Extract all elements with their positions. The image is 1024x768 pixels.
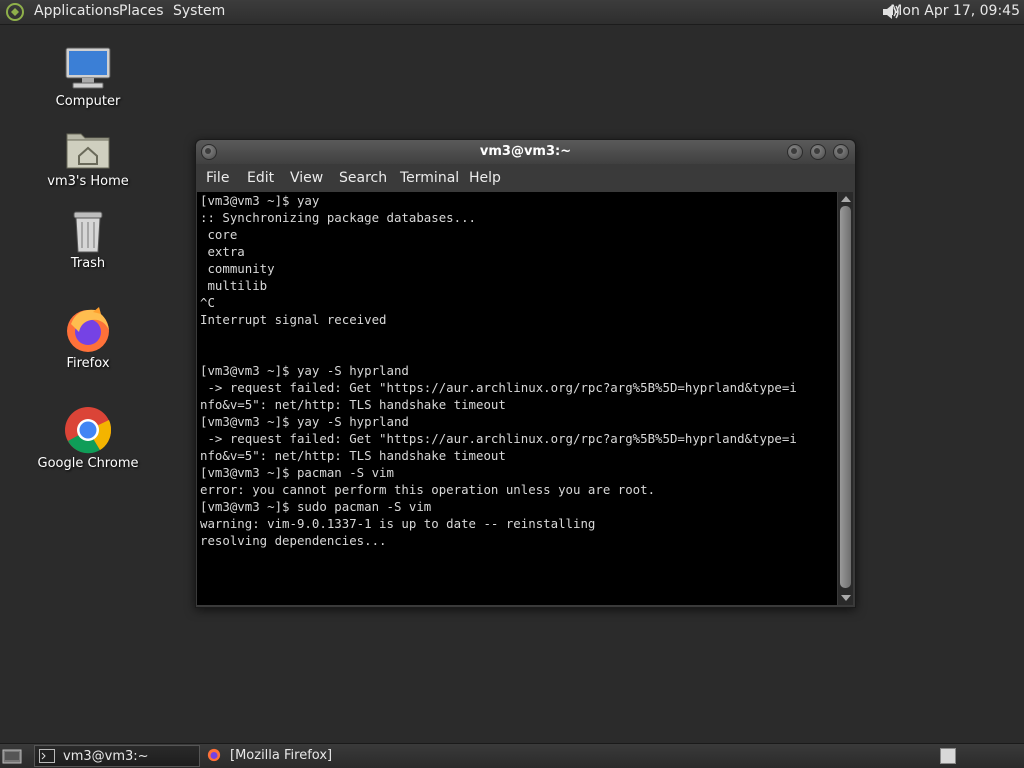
desktop-icon-label: Firefox xyxy=(66,356,110,371)
menu-file[interactable]: File xyxy=(206,170,229,186)
window-titlebar[interactable]: vm3@vm3:~ xyxy=(196,140,855,164)
terminal-output[interactable]: [vm3@vm3 ~]$ yay:: Synchronizing package… xyxy=(197,192,837,605)
terminal-window[interactable]: vm3@vm3:~ File Edit View Search Terminal… xyxy=(195,139,856,608)
desktop-icon-label: Trash xyxy=(70,256,106,271)
computer-icon xyxy=(65,47,111,89)
terminal-line: Interrupt signal received xyxy=(200,312,387,327)
desktop-icon-chrome[interactable]: Google Chrome xyxy=(28,406,148,471)
terminal-line: error: you cannot perform this operation… xyxy=(200,482,656,497)
scroll-down-icon[interactable] xyxy=(841,595,851,601)
window-menubar: File Edit View Search Terminal Help xyxy=(196,164,855,192)
chrome-icon xyxy=(65,407,112,454)
scrollbar-thumb[interactable] xyxy=(840,206,851,588)
terminal-scrollbar[interactable] xyxy=(838,192,853,605)
terminal-line: [vm3@vm3 ~]$ sudo pacman -S vim xyxy=(200,499,432,514)
desktop-icon-home[interactable]: vm3's Home xyxy=(28,128,148,189)
clock[interactable]: Mon Apr 17, 09:45 xyxy=(890,3,1020,19)
terminal-line: ^C xyxy=(200,295,215,310)
minimize-icon[interactable] xyxy=(787,144,803,160)
trash-icon xyxy=(73,211,103,253)
menu-edit[interactable]: Edit xyxy=(247,170,274,186)
show-desktop-icon[interactable] xyxy=(2,747,22,765)
terminal-line: -> request failed: Get "https://aur.arch… xyxy=(200,431,797,446)
terminal-line: resolving dependencies... xyxy=(200,533,387,548)
terminal-icon xyxy=(39,749,55,763)
window-title: vm3@vm3:~ xyxy=(479,144,572,159)
maximize-icon[interactable] xyxy=(810,144,826,160)
taskbar-item-terminal[interactable]: vm3@vm3:~ xyxy=(34,745,200,767)
terminal-line: nfo&v=5": net/http: TLS handshake timeou… xyxy=(200,397,506,412)
desktop-icon-trash[interactable]: Trash xyxy=(28,208,148,271)
terminal-line: [vm3@vm3 ~]$ yay -S hyprland xyxy=(200,414,409,429)
firefox-icon xyxy=(207,748,221,762)
scroll-up-icon[interactable] xyxy=(841,196,851,202)
terminal-line: community xyxy=(200,261,275,276)
terminal-line: -> request failed: Get "https://aur.arch… xyxy=(200,380,797,395)
terminal-line: extra xyxy=(200,244,245,259)
bottom-panel: vm3@vm3:~ [Mozilla Firefox] xyxy=(0,743,1024,768)
terminal-line: :: Synchronizing package databases... xyxy=(200,210,477,225)
top-panel: Applications Places System Mon Apr 17, 0… xyxy=(0,0,1024,25)
distro-logo-icon[interactable] xyxy=(5,2,25,22)
menu-applications[interactable]: Applications xyxy=(34,3,120,19)
menu-places[interactable]: Places xyxy=(119,3,164,19)
desktop-icon-label: Computer xyxy=(55,94,121,109)
close-icon[interactable] xyxy=(833,144,849,160)
desktop-icon-firefox[interactable]: Firefox xyxy=(28,306,148,371)
menu-system[interactable]: System xyxy=(173,3,225,19)
home-folder-icon xyxy=(66,133,110,169)
desktop-icon-computer[interactable]: Computer xyxy=(28,46,148,109)
desktop-icon-label: vm3's Home xyxy=(47,174,129,189)
terminal-line: warning: vim-9.0.1337-1 is up to date --… xyxy=(200,516,596,531)
terminal-line: [vm3@vm3 ~]$ pacman -S vim xyxy=(200,465,394,480)
terminal-line: core xyxy=(200,227,238,242)
menu-view[interactable]: View xyxy=(290,170,323,186)
menu-search[interactable]: Search xyxy=(339,170,387,186)
taskbar-item-label: vm3@vm3:~ xyxy=(63,749,149,764)
firefox-icon xyxy=(67,307,109,352)
taskbar-item-label: [Mozilla Firefox] xyxy=(230,748,333,763)
desktop-icon-label: Google Chrome xyxy=(37,456,139,471)
menu-help[interactable]: Help xyxy=(469,170,501,186)
terminal-line: nfo&v=5": net/http: TLS handshake timeou… xyxy=(200,448,506,463)
terminal-line: multilib xyxy=(200,278,268,293)
workspace-switcher[interactable] xyxy=(940,748,956,764)
terminal-line: [vm3@vm3 ~]$ yay -S hyprland xyxy=(200,363,409,378)
menu-terminal[interactable]: Terminal xyxy=(400,170,459,186)
terminal-line: [vm3@vm3 ~]$ yay xyxy=(200,193,320,208)
taskbar-item-firefox[interactable]: [Mozilla Firefox] xyxy=(202,745,352,767)
